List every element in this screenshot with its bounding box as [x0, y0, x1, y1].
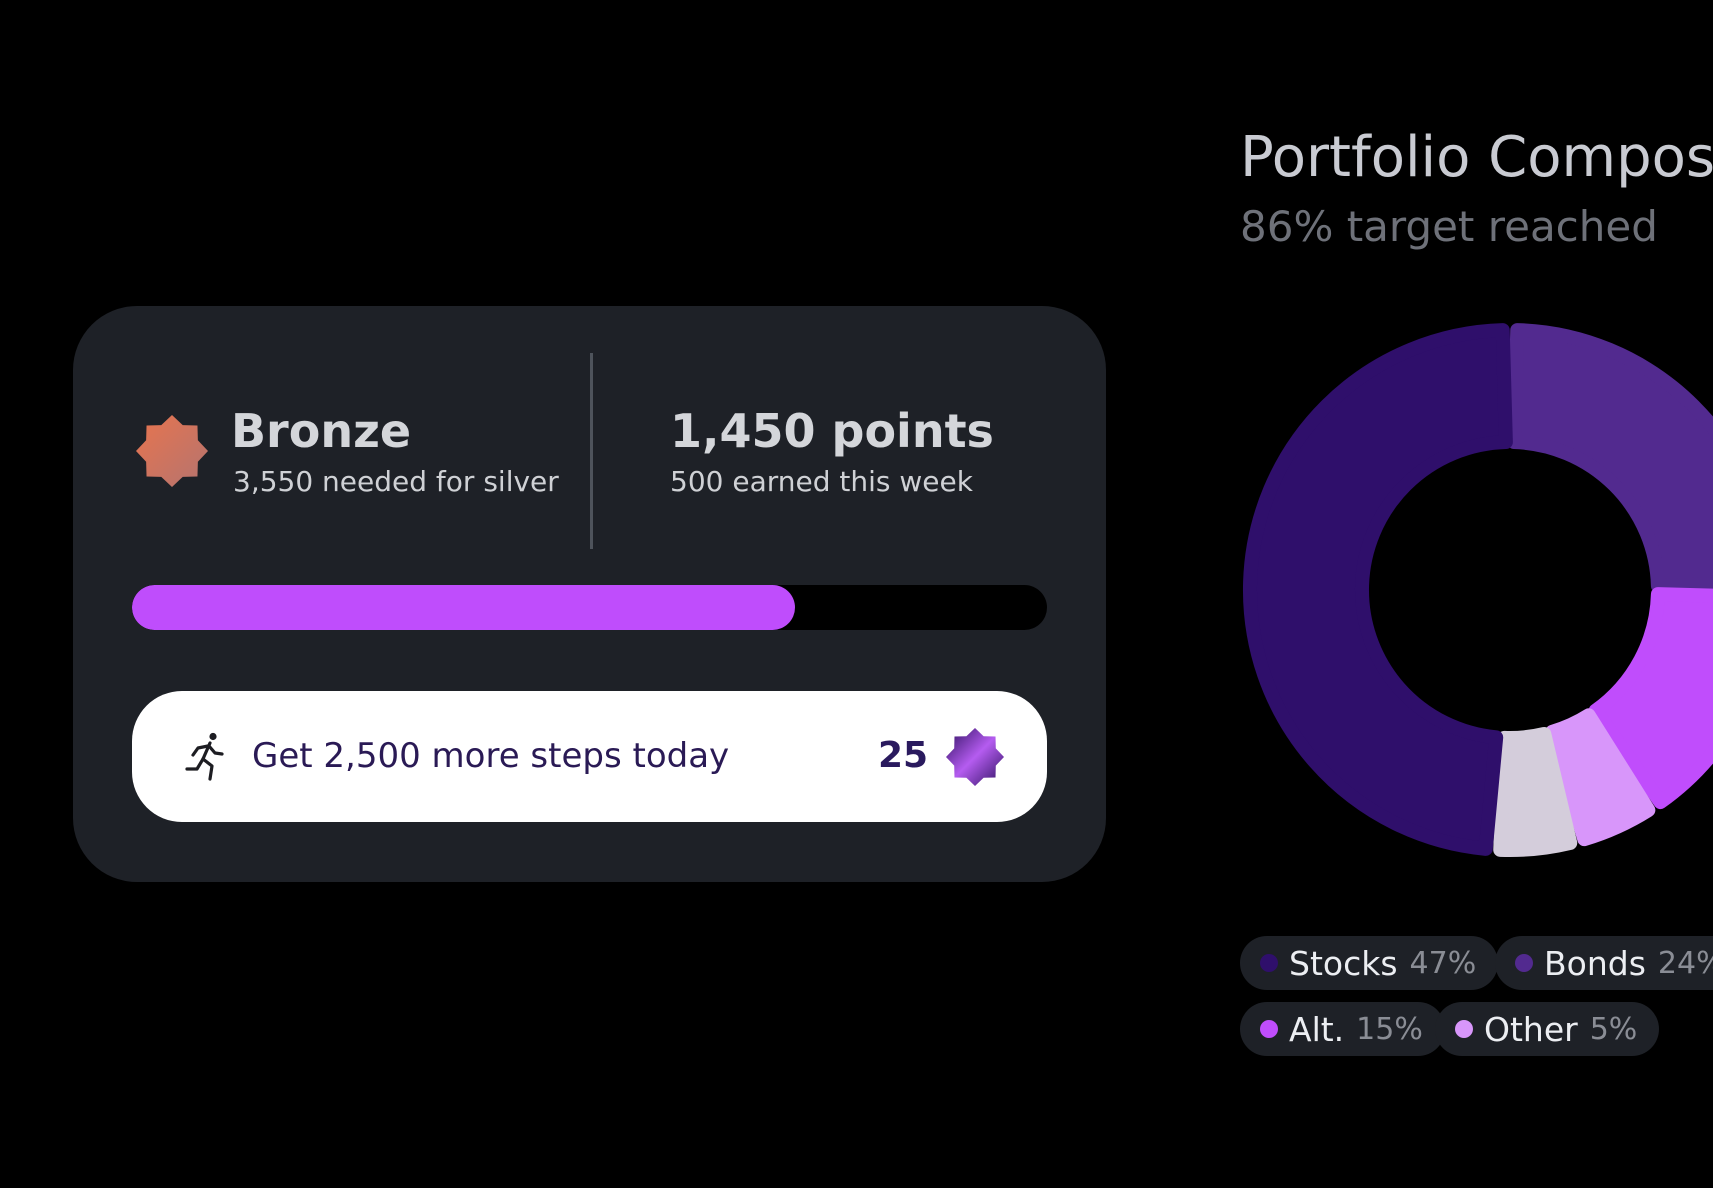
purple-badge-icon — [946, 728, 1004, 786]
legend-label: Alt. — [1289, 1009, 1345, 1049]
points-weekly: 500 earned this week — [670, 465, 973, 498]
donut-slice-bonds — [1507, 323, 1713, 593]
portfolio-subtitle: 86% target reached — [1240, 202, 1658, 251]
card-divider — [590, 353, 593, 549]
legend-percent: 15% — [1356, 1011, 1423, 1047]
legend-percent: 47% — [1409, 945, 1477, 981]
tier-requirement: 3,550 needed for silver — [233, 465, 559, 498]
legend-percent: 24% — [1657, 945, 1713, 981]
points-total: 1,450 points — [670, 404, 994, 458]
legend-item-alt[interactable]: Alt. 15% — [1240, 1002, 1445, 1056]
portfolio-donut-chart — [1242, 323, 1713, 857]
legend-item-other[interactable]: Other 5% — [1435, 1002, 1660, 1056]
legend-label: Stocks — [1289, 943, 1398, 983]
bronze-badge-icon — [136, 415, 208, 487]
legend-item-bonds[interactable]: Bonds 24% — [1495, 936, 1713, 990]
task-reward-points: 25 — [878, 735, 929, 776]
donut-slice-stocks — [1242, 323, 1513, 856]
screen: Bronze 3,550 needed for silver 1,450 poi… — [0, 0, 1713, 1188]
legend-swatch-alt — [1260, 1020, 1278, 1038]
rewards-card: Bronze 3,550 needed for silver 1,450 poi… — [73, 306, 1106, 882]
legend-percent: 5% — [1589, 1011, 1638, 1047]
portfolio-title: Portfolio Composition — [1240, 125, 1713, 190]
task-label: Get 2,500 more steps today — [252, 736, 730, 776]
legend-swatch-stocks — [1260, 954, 1278, 972]
steps-task-button[interactable]: Get 2,500 more steps today 25 — [132, 691, 1047, 822]
legend-item-stocks[interactable]: Stocks 47% — [1240, 936, 1499, 990]
legend-swatch-other — [1455, 1020, 1473, 1038]
running-person-icon — [185, 732, 224, 781]
legend-label: Bonds — [1544, 943, 1646, 983]
legend-swatch-bonds — [1515, 954, 1533, 972]
legend-label: Other — [1484, 1009, 1578, 1049]
tier-progress-fill — [132, 585, 796, 630]
tier-progress-bar — [132, 585, 1047, 630]
tier-name: Bronze — [231, 404, 412, 458]
